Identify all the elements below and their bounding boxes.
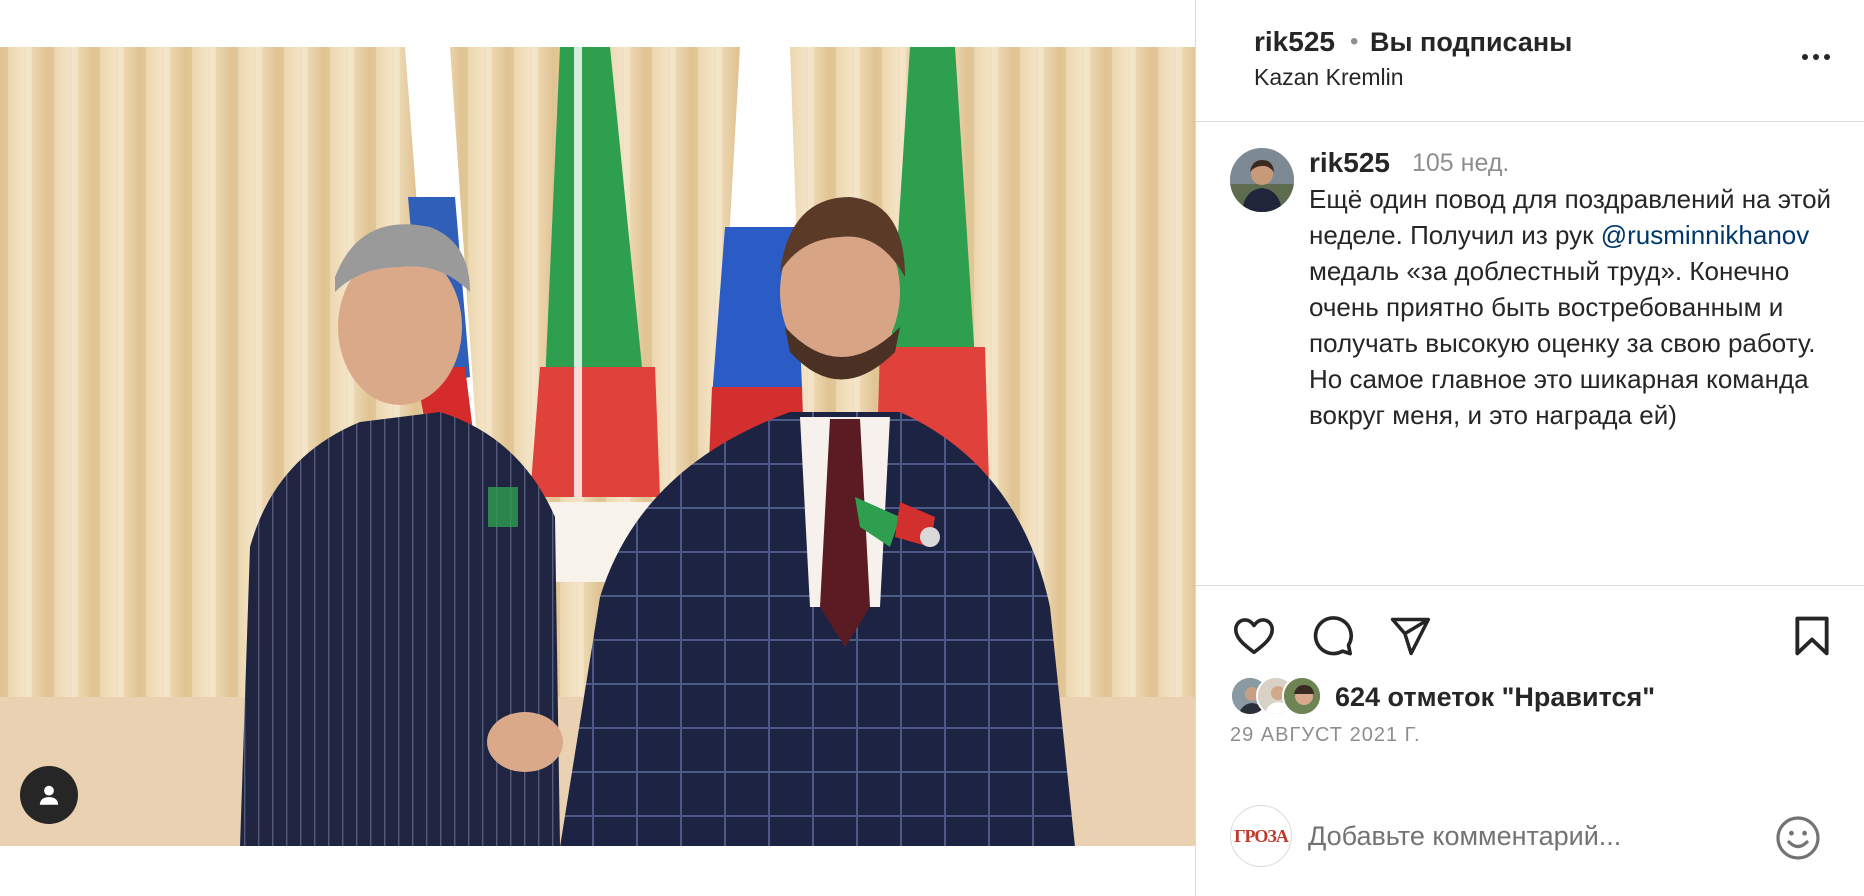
header-separator: •: [1350, 28, 1359, 55]
paper-plane-icon: [1390, 617, 1431, 656]
user-tag-icon: [39, 785, 59, 805]
comment-bar: ГРОЗА: [1196, 800, 1864, 896]
comment-icon: [1313, 616, 1354, 656]
follow-status-button[interactable]: Вы подписаны: [1370, 27, 1572, 58]
bookmark-icon: [1795, 616, 1829, 656]
liker-avatar-image: [1284, 678, 1320, 714]
more-options-button[interactable]: [1794, 42, 1838, 72]
mention-link[interactable]: @rusminnikhanov: [1601, 220, 1809, 250]
caption-text-part: медаль «за доблестный труд». Конечно оче…: [1309, 256, 1816, 430]
like-button[interactable]: [1228, 610, 1280, 662]
media-pane: [0, 0, 1195, 896]
action-bar: [1196, 610, 1864, 670]
save-button[interactable]: [1786, 610, 1838, 662]
liker-avatar[interactable]: [1282, 676, 1322, 716]
caption-username[interactable]: rik525: [1309, 147, 1390, 179]
heart-icon: [1233, 618, 1275, 655]
post-side-panel: rik525 • Вы подписаны Kazan Kremlin rik5…: [1195, 0, 1864, 896]
current-user-avatar-logo: ГРОЗА: [1234, 825, 1289, 846]
emoji-smile-icon: [1776, 816, 1820, 860]
likes-count[interactable]: 624 отметок "Нравится": [1335, 682, 1655, 713]
more-dot-icon: [1802, 54, 1808, 60]
likes-row: 624 отметок "Нравится": [1230, 676, 1850, 718]
more-dot-icon: [1824, 54, 1830, 60]
more-dot-icon: [1813, 54, 1819, 60]
current-user-avatar[interactable]: ГРОЗА: [1230, 805, 1292, 867]
caption-area: rik525 105 нед. Ещё один повод для поздр…: [1196, 123, 1864, 586]
post-header: rik525 • Вы подписаны Kazan Kremlin: [1196, 0, 1864, 122]
tagged-users-button[interactable]: [20, 766, 78, 824]
comment-button[interactable]: [1306, 610, 1358, 662]
share-button[interactable]: [1384, 610, 1436, 662]
emoji-button[interactable]: [1774, 814, 1822, 862]
post-photo[interactable]: [0, 47, 1195, 846]
caption-text: Ещё один повод для поздравлений на этой …: [1309, 181, 1849, 433]
header-username[interactable]: rik525: [1254, 26, 1335, 58]
avatar-image: [1230, 148, 1294, 212]
comment-input[interactable]: [1308, 814, 1748, 858]
post-date[interactable]: 29 АВГУСТ 2021 Г.: [1230, 724, 1421, 747]
location-link[interactable]: Kazan Kremlin: [1254, 64, 1404, 91]
photo-illustration: [0, 47, 1195, 846]
author-avatar[interactable]: [1230, 148, 1294, 212]
caption-timestamp[interactable]: 105 нед.: [1412, 149, 1509, 178]
